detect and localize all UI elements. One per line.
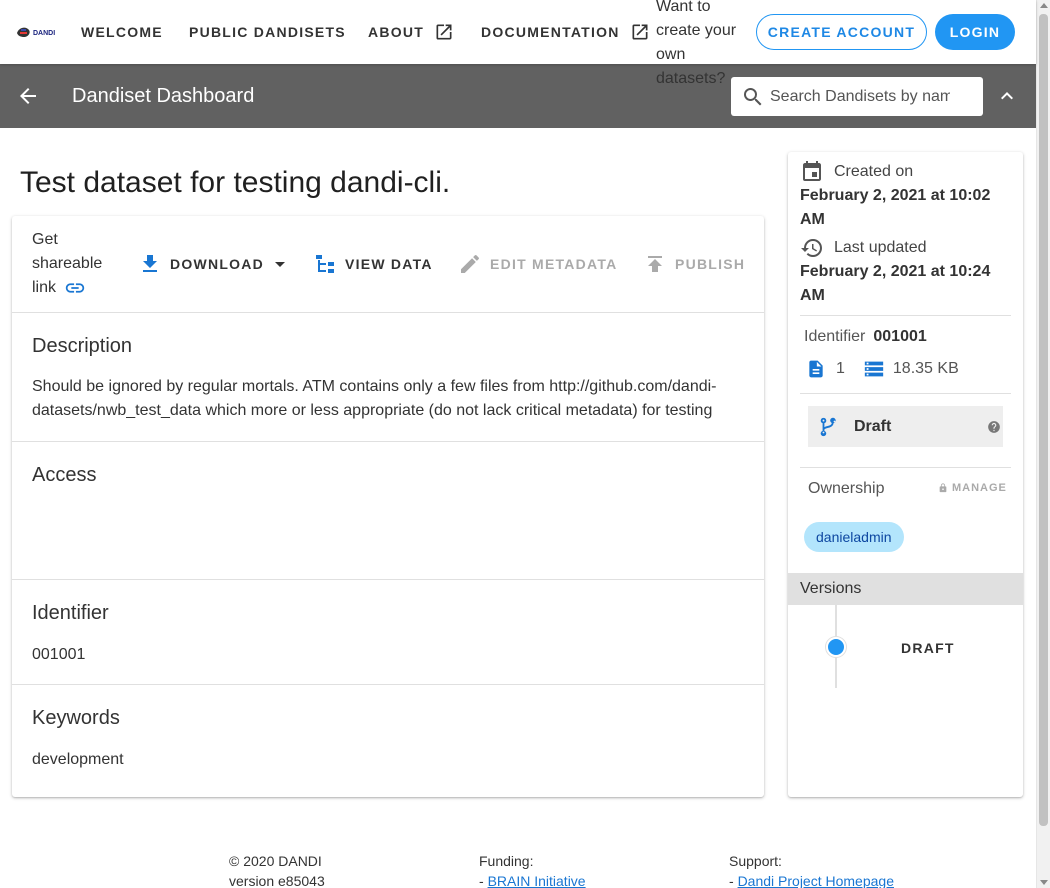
manage-button[interactable]: MANAGE xyxy=(938,482,1007,494)
create-account-button[interactable]: CREATE ACCOUNT xyxy=(756,14,927,50)
publish-button[interactable]: PUBLISH xyxy=(643,252,745,276)
dataset-stats: 1 18.35 KB xyxy=(806,358,959,380)
versions-heading: Versions xyxy=(788,573,1023,605)
divider xyxy=(800,467,1011,468)
nav-public-dandisets[interactable]: PUBLIC DANDISETS xyxy=(189,0,346,64)
sidebar-identifier: Identifier 001001 xyxy=(804,328,927,345)
description-text: Should be ignored by regular mortals. AT… xyxy=(32,378,717,419)
pencil-icon xyxy=(461,254,480,273)
updated-label-row: Last updated xyxy=(800,236,927,260)
created-label-row: Created on xyxy=(800,160,913,184)
svg-text:DANDI: DANDI xyxy=(33,30,55,37)
branch-icon xyxy=(820,417,836,436)
access-heading: Access xyxy=(32,464,97,486)
dandi-logo[interactable]: DANDI xyxy=(16,24,58,40)
updated-date: February 2, 2021 at 10:24 AM xyxy=(800,263,991,304)
file-tree-icon xyxy=(316,255,334,273)
keyword-item: development xyxy=(32,751,124,768)
upload-icon xyxy=(648,256,662,272)
external-link-icon xyxy=(436,24,452,40)
dashboard-toolbar: Dandiset Dashboard xyxy=(0,64,1036,128)
identifier-value: 001001 xyxy=(32,646,86,663)
keywords-section: Keywords development xyxy=(12,685,764,797)
divider xyxy=(800,315,1011,316)
version-status-box: Draft xyxy=(808,406,1003,447)
storage-icon xyxy=(864,361,884,377)
lock-icon xyxy=(939,483,947,493)
ownership-label: Ownership xyxy=(808,480,885,497)
identifier-heading: Identifier xyxy=(32,602,109,624)
dataset-sidebar: Created on February 2, 2021 at 10:02 AM … xyxy=(788,152,1023,797)
nav-about[interactable]: ABOUT xyxy=(368,0,454,64)
description-section: Description Should be ignored by regular… xyxy=(12,313,764,442)
scroll-down-arrow[interactable] xyxy=(1040,880,1048,885)
caret-down-icon xyxy=(275,262,285,267)
owner-chip[interactable]: danieladmin xyxy=(804,522,904,552)
share-link-button[interactable]: Get shareable link xyxy=(32,228,122,300)
link-icon xyxy=(66,283,85,293)
dataset-main-card: Get shareable link DOWNLOAD VIEW DATA ED… xyxy=(12,216,764,797)
dataset-actions-toolbar: Get shareable link DOWNLOAD VIEW DATA ED… xyxy=(12,216,764,313)
divider xyxy=(800,393,1011,394)
file-icon xyxy=(809,360,823,378)
top-navbar: DANDI WELCOME PUBLIC DANDISETS ABOUT DOC… xyxy=(0,0,1036,87)
search-input[interactable] xyxy=(770,87,950,106)
dashboard-title: Dandiset Dashboard xyxy=(72,84,255,107)
version-dot xyxy=(826,637,846,657)
history-icon xyxy=(801,239,822,257)
chevron-up-icon[interactable] xyxy=(995,84,1019,108)
file-count: 1 xyxy=(836,360,845,377)
keywords-heading: Keywords xyxy=(32,707,120,729)
external-link-icon xyxy=(632,24,648,40)
dataset-size: 18.35 KB xyxy=(892,360,959,377)
identifier-section: Identifier 001001 xyxy=(12,580,764,685)
description-heading: Description xyxy=(32,335,133,357)
help-icon[interactable] xyxy=(987,420,1001,434)
footer-funding: Funding: - BRAIN Initiative xyxy=(479,853,586,888)
version-draft-button[interactable]: DRAFT xyxy=(901,640,955,656)
footer-support: Support: - Dandi Project Homepage xyxy=(729,853,894,888)
edit-metadata-button[interactable]: EDIT METADATA xyxy=(458,252,617,276)
brain-initiative-link[interactable]: BRAIN Initiative xyxy=(488,873,586,888)
scroll-up-arrow[interactable] xyxy=(1040,3,1048,8)
created-date: February 2, 2021 at 10:02 AM xyxy=(800,187,991,228)
calendar-icon xyxy=(803,161,821,181)
login-button[interactable]: LOGIN xyxy=(935,14,1015,50)
dandi-homepage-link[interactable]: Dandi Project Homepage xyxy=(738,873,894,888)
page-scrollbar[interactable] xyxy=(1036,0,1050,888)
download-icon xyxy=(143,255,157,272)
access-section: Access xyxy=(12,442,764,580)
cta-text: Want to create your own datasets? xyxy=(656,0,737,87)
view-data-button[interactable]: VIEW DATA xyxy=(313,252,433,276)
footer-copyright: © 2020 DANDI version e85043 xyxy=(229,853,325,888)
search-box[interactable] xyxy=(731,77,983,116)
nav-welcome[interactable]: WELCOME xyxy=(81,0,163,64)
download-button[interactable]: DOWNLOAD xyxy=(138,252,292,276)
back-arrow-icon[interactable] xyxy=(16,84,40,108)
dataset-title: Test dataset for testing dandi-cli. xyxy=(20,166,451,199)
nav-documentation[interactable]: DOCUMENTATION xyxy=(481,0,650,64)
scrollbar-thumb[interactable] xyxy=(1039,14,1048,826)
